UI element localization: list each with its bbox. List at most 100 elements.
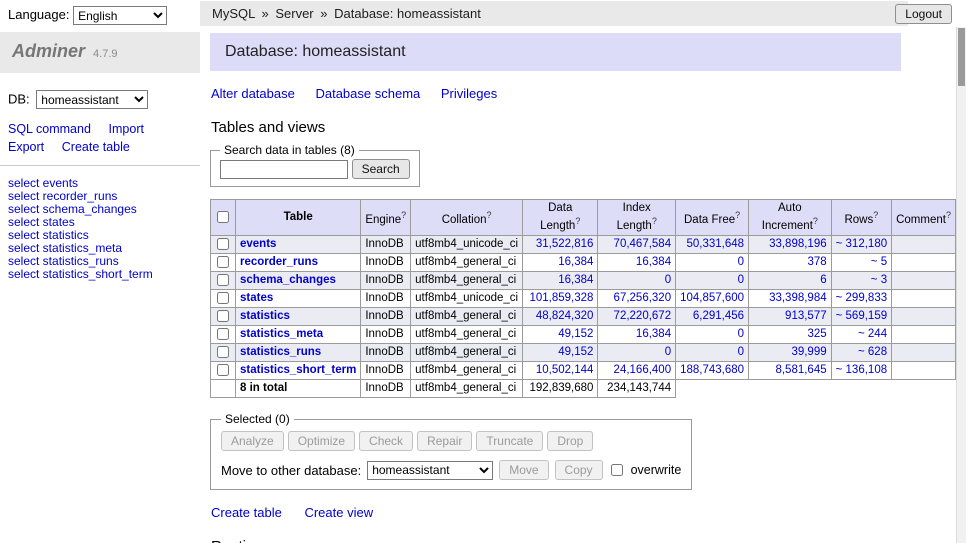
- collation-cell: utf8mb4_unicode_ci: [411, 289, 523, 307]
- selected-fieldset: Selected (0) AnalyzeOptimizeCheckRepairT…: [210, 412, 692, 490]
- import-link[interactable]: Import: [109, 122, 144, 136]
- drop-button[interactable]: Drop: [547, 431, 593, 451]
- table-link[interactable]: statistics_short_term: [240, 364, 356, 376]
- sidebar-action-line: Export Create table: [8, 138, 192, 156]
- table-link[interactable]: states: [240, 292, 273, 304]
- rows-cell: ~ 312,180: [831, 235, 891, 253]
- table-link[interactable]: schema_changes: [240, 274, 336, 286]
- scrollbar[interactable]: [956, 0, 966, 543]
- truncate-button[interactable]: Truncate: [476, 431, 543, 451]
- help-link[interactable]: ?: [575, 216, 580, 226]
- sidebar-table-link[interactable]: select statistics_short_term: [8, 268, 192, 281]
- create-table-link[interactable]: Create table: [211, 505, 282, 520]
- sidebar: Adminer 4.7.9 DB: homeassistant SQL comm…: [0, 27, 200, 543]
- tables-list: TableEngine?Collation?Data Length?Index …: [210, 199, 956, 398]
- table-link[interactable]: events: [240, 238, 276, 250]
- column-header-index-length: Index Length?: [598, 200, 676, 236]
- selected-legend: Selected (0): [221, 412, 294, 426]
- row-checkbox-cell: [211, 289, 236, 307]
- row-checkbox[interactable]: [217, 238, 229, 250]
- total-engine-cell: InnoDB: [361, 380, 411, 398]
- row-checkbox[interactable]: [217, 328, 229, 340]
- logout-button[interactable]: Logout: [895, 4, 952, 24]
- search-input[interactable]: [220, 160, 348, 179]
- row-checkbox[interactable]: [217, 346, 229, 358]
- total-label: 8 in total: [236, 380, 361, 398]
- create-view-link[interactable]: Create view: [304, 505, 373, 520]
- row-checkbox-cell: [211, 362, 236, 380]
- table-row: eventsInnoDButf8mb4_unicode_ci31,522,816…: [211, 235, 956, 253]
- select-all-checkbox[interactable]: [217, 211, 229, 223]
- column-header-table: Table: [236, 200, 361, 236]
- collation-cell: utf8mb4_general_ci: [411, 253, 523, 271]
- create-table-sidebar-link[interactable]: Create table: [62, 140, 130, 154]
- row-checkbox-cell: [211, 344, 236, 362]
- help-link[interactable]: ?: [401, 210, 406, 220]
- help-link[interactable]: ?: [813, 216, 818, 226]
- help-link[interactable]: ?: [946, 210, 951, 220]
- row-checkbox[interactable]: [217, 292, 229, 304]
- repair-button[interactable]: Repair: [417, 431, 472, 451]
- database-schema-link[interactable]: Database schema: [315, 86, 420, 101]
- table-link[interactable]: recorder_runs: [240, 256, 318, 268]
- data-free-cell: 104,857,600: [676, 289, 749, 307]
- row-checkbox-cell: [211, 308, 236, 326]
- help-link[interactable]: ?: [735, 210, 740, 220]
- auto-increment-cell: 6: [749, 271, 832, 289]
- index-length-cell: 67,256,320: [598, 289, 676, 307]
- rows-cell: ~ 3: [831, 271, 891, 289]
- scrollbar-thumb[interactable]: [958, 28, 965, 86]
- row-checkbox[interactable]: [217, 310, 229, 322]
- export-link[interactable]: Export: [8, 140, 44, 154]
- rows-cell: ~ 299,833: [831, 289, 891, 307]
- sql-command-link[interactable]: SQL command: [8, 122, 91, 136]
- rows-link[interactable]: ~ 244: [858, 328, 887, 340]
- total-data-length-cell: 192,839,680: [523, 380, 598, 398]
- rows-link[interactable]: ~ 136,108: [836, 364, 887, 376]
- breadcrumb-link-mysql[interactable]: MySQL: [212, 6, 255, 21]
- help-link[interactable]: ?: [486, 210, 491, 220]
- overwrite-checkbox[interactable]: [611, 464, 623, 476]
- table-row: statesInnoDButf8mb4_unicode_ci101,859,32…: [211, 289, 956, 307]
- check-button[interactable]: Check: [359, 431, 413, 451]
- row-checkbox[interactable]: [217, 364, 229, 376]
- move-db-select[interactable]: homeassistant: [367, 461, 493, 480]
- index-length-cell: 72,220,672: [598, 308, 676, 326]
- analyze-button[interactable]: Analyze: [221, 431, 284, 451]
- rows-link[interactable]: ~ 3: [871, 274, 887, 286]
- index-length-cell: 16,384: [598, 253, 676, 271]
- alter-database-link[interactable]: Alter database: [211, 86, 295, 101]
- data-free-cell: 0: [676, 271, 749, 289]
- move-button[interactable]: Move: [499, 460, 548, 480]
- sidebar-divider: [0, 165, 200, 166]
- data-length-cell: 49,152: [523, 326, 598, 344]
- language-select[interactable]: English: [73, 6, 167, 25]
- routines-heading: Routines: [211, 538, 956, 543]
- comment-cell: [892, 271, 956, 289]
- collation-cell: utf8mb4_general_ci: [411, 326, 523, 344]
- adminer-app: Language: English MySQL » Server » Datab…: [0, 0, 966, 543]
- rows-link[interactable]: ~ 5: [871, 256, 887, 268]
- db-select[interactable]: homeassistant: [36, 90, 148, 109]
- data-free-cell: 50,331,648: [676, 235, 749, 253]
- table-link[interactable]: statistics: [240, 310, 290, 322]
- privileges-link[interactable]: Privileges: [441, 86, 497, 101]
- overwrite-label[interactable]: overwrite: [631, 463, 682, 477]
- rows-link[interactable]: ~ 569,159: [836, 310, 887, 322]
- row-checkbox[interactable]: [217, 274, 229, 286]
- row-checkbox[interactable]: [217, 256, 229, 268]
- sidebar-action-line: SQL command Import: [8, 120, 192, 138]
- rows-link[interactable]: ~ 628: [858, 346, 887, 358]
- table-name-cell: statistics_meta: [236, 326, 361, 344]
- breadcrumb-link-server[interactable]: Server: [275, 6, 313, 21]
- optimize-button[interactable]: Optimize: [288, 431, 355, 451]
- search-button[interactable]: Search: [352, 159, 410, 179]
- table-link[interactable]: statistics_meta: [240, 328, 323, 340]
- table-link[interactable]: statistics_runs: [240, 346, 321, 358]
- help-link[interactable]: ?: [873, 210, 878, 220]
- rows-link[interactable]: ~ 299,833: [836, 292, 887, 304]
- rows-link[interactable]: ~ 312,180: [836, 238, 887, 250]
- copy-button[interactable]: Copy: [555, 460, 603, 480]
- help-link[interactable]: ?: [652, 216, 657, 226]
- table-header-row: TableEngine?Collation?Data Length?Index …: [211, 200, 956, 236]
